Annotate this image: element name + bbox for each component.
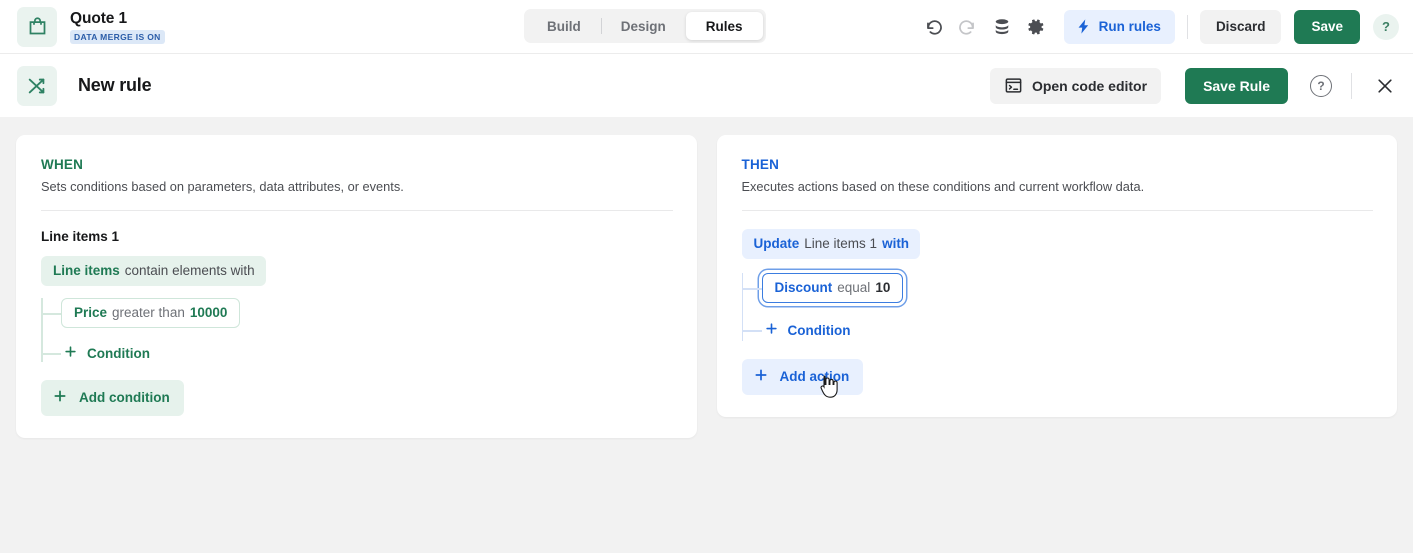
when-condition-value: 10000: [190, 305, 228, 320]
undo-icon[interactable]: [917, 10, 951, 44]
tab-build[interactable]: Build: [527, 12, 601, 40]
then-description: Executes actions based on these conditio…: [742, 178, 1374, 195]
when-group-title: Line items 1: [41, 229, 673, 244]
save-button[interactable]: Save: [1294, 10, 1360, 44]
then-label: THEN: [742, 157, 1374, 172]
then-head-pill-verb: Update: [754, 236, 800, 251]
lightning-bolt-icon: [1075, 18, 1092, 35]
plus-icon: [764, 321, 779, 339]
rule-sub-header: New rule Open code editor Save Rule ?: [0, 53, 1413, 117]
open-code-editor-label: Open code editor: [1032, 78, 1147, 94]
divider: [742, 210, 1374, 211]
then-action-pill[interactable]: Discount equal 10: [762, 273, 904, 303]
when-description: Sets conditions based on parameters, dat…: [41, 178, 673, 195]
add-condition-inline-button[interactable]: Condition: [61, 340, 152, 366]
discard-button[interactable]: Discard: [1200, 10, 1282, 44]
add-action-label: Add action: [780, 369, 850, 384]
divider: [1187, 15, 1188, 39]
then-action-tree: Discount equal 10 Condition: [742, 273, 1374, 343]
add-condition-inline-label: Condition: [788, 323, 851, 338]
run-rules-label: Run rules: [1099, 19, 1161, 34]
tree-branch: [742, 330, 762, 332]
top-bar: Quote 1 DATA MERGE IS ON Build Design Ru…: [0, 0, 1413, 53]
tree-branch: [41, 313, 61, 315]
then-action-key: Discount: [775, 280, 833, 295]
divider: [41, 210, 673, 211]
run-rules-button[interactable]: Run rules: [1064, 10, 1175, 44]
plus-icon: [753, 367, 769, 386]
then-action-row: Discount equal 10: [762, 273, 1374, 303]
add-condition-label: Add condition: [79, 390, 170, 405]
close-icon[interactable]: [1371, 72, 1399, 100]
redo-icon[interactable]: [951, 10, 985, 44]
tree-branch: [41, 353, 61, 355]
when-head-pill[interactable]: Line items contain elements with: [41, 256, 266, 286]
plus-icon: [63, 344, 78, 362]
add-condition-inline-button[interactable]: Condition: [762, 317, 853, 343]
when-condition-row: Price greater than 10000: [61, 298, 673, 328]
database-icon[interactable]: [985, 10, 1019, 44]
terminal-icon: [1004, 76, 1023, 95]
document-title: Quote 1: [70, 10, 165, 28]
help-icon[interactable]: ?: [1310, 75, 1332, 97]
open-code-editor-button[interactable]: Open code editor: [990, 68, 1161, 104]
when-condition-pill[interactable]: Price greater than 10000: [61, 298, 240, 328]
when-condition-tree: Price greater than 10000 Condition: [41, 298, 673, 366]
then-head-pill-conj: with: [882, 236, 909, 251]
tree-branch: [742, 288, 762, 290]
when-condition-key: Price: [74, 305, 107, 320]
when-condition-operator: greater than: [112, 305, 185, 320]
status-badge: DATA MERGE IS ON: [70, 30, 165, 44]
when-panel: WHEN Sets conditions based on parameters…: [16, 135, 697, 438]
help-icon[interactable]: ?: [1373, 14, 1399, 40]
rule-header-actions: Open code editor Save Rule ?: [990, 68, 1399, 104]
tab-design[interactable]: Design: [601, 12, 686, 40]
plus-icon: [52, 388, 68, 407]
divider: [1351, 73, 1352, 99]
shuffle-arrows-icon: [17, 66, 57, 106]
then-action-value: 10: [875, 280, 890, 295]
tab-rules[interactable]: Rules: [686, 12, 763, 40]
gear-icon[interactable]: [1019, 10, 1053, 44]
then-head-pill[interactable]: Update Line items 1 with: [742, 229, 921, 259]
when-label: WHEN: [41, 157, 673, 172]
when-head-pill-rest: contain elements with: [125, 263, 255, 278]
brand: Quote 1 DATA MERGE IS ON: [17, 7, 165, 47]
mode-tabs: Build Design Rules: [524, 9, 766, 43]
when-head-pill-key: Line items: [53, 263, 120, 278]
then-action-operator: equal: [837, 280, 870, 295]
rule-builder: WHEN Sets conditions based on parameters…: [0, 117, 1413, 456]
then-add-condition-row: Condition: [762, 317, 1374, 343]
shopping-bag-icon: [17, 7, 57, 47]
top-bar-actions: Run rules Discard Save ?: [917, 10, 1399, 44]
add-condition-button[interactable]: Add condition: [41, 380, 184, 416]
then-head-pill-target: Line items 1: [804, 236, 877, 251]
then-panel: THEN Executes actions based on these con…: [717, 135, 1398, 417]
add-action-button[interactable]: Add action: [742, 359, 864, 395]
add-condition-inline-label: Condition: [87, 346, 150, 361]
page-title: New rule: [78, 75, 151, 96]
when-add-condition-row: Condition: [61, 340, 673, 366]
save-rule-button[interactable]: Save Rule: [1185, 68, 1288, 104]
